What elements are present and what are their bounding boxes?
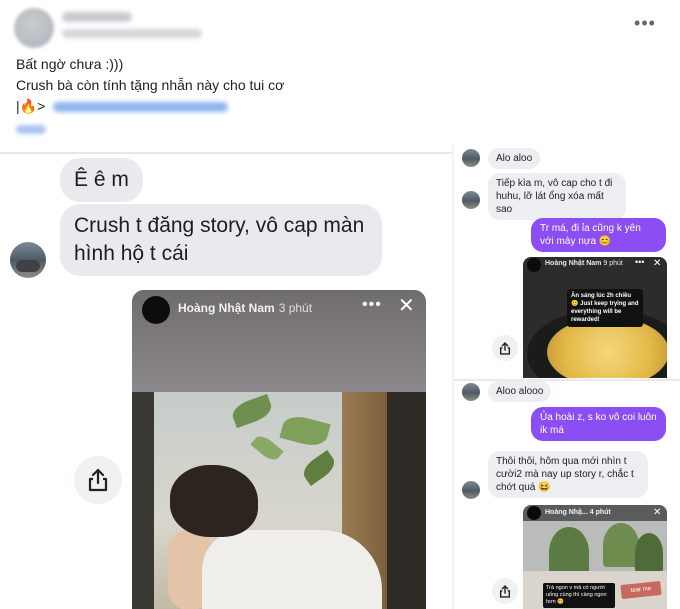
share-icon <box>88 468 108 492</box>
story-sticker-text: Ăn sáng lúc 2h chiều 🙂 Just keep trying … <box>567 289 643 327</box>
post-link-redacted[interactable] <box>53 102 229 113</box>
story-author[interactable]: Hoàng Nhật Nam 3 phút <box>178 301 312 315</box>
story-close-icon[interactable]: ✕ <box>653 507 661 518</box>
story-author[interactable]: Hoàng Nhật Nam 9 phút <box>545 260 623 267</box>
photo-person-head <box>170 465 258 537</box>
share-button[interactable] <box>74 456 122 504</box>
story-close-icon[interactable]: ✕ <box>653 258 661 269</box>
message-bubble-outgoing: Ủa hoài z, s ko vô coi luôn ik má <box>531 407 666 441</box>
story-more-icon[interactable]: ••• <box>362 296 382 314</box>
message-text: Ê ê m <box>74 168 129 191</box>
post-header: ••• Bất ngờ chưa :))) Crush bà còn tính … <box>0 0 680 150</box>
share-button[interactable] <box>492 335 518 361</box>
message-text: Tiếp kìa m, vô cap cho t đi huhu, lỡ lát… <box>496 178 613 215</box>
share-button[interactable] <box>492 578 518 604</box>
photo-plant <box>635 533 663 573</box>
photo-plant <box>603 523 639 567</box>
message-text: Tr má, đi ỉa cũng k yên với mày nựa 😊 <box>540 223 641 247</box>
author-name-redacted <box>62 12 132 22</box>
message-text: Crush t đăng story, vô cap màn hình hộ t… <box>74 214 365 265</box>
message-bubble: Ê ê m <box>60 158 143 202</box>
message-text: Thôi thôi, hôm qua mới nhìn t cười2 mà n… <box>496 456 634 493</box>
photo-plant <box>549 527 589 577</box>
story-caption: Trà ngon v mà có người uống cùng thì càn… <box>543 583 615 608</box>
message-text: Alo aloo <box>496 153 533 164</box>
message-bubble: Crush t đăng story, vô cap màn hình hộ t… <box>60 204 382 276</box>
message-bubble: Alo aloo <box>488 148 541 169</box>
story-time: 3 phút <box>278 301 313 315</box>
post-text-line-2: Crush bà còn tính tặng nhẫn này cho tui … <box>16 77 285 93</box>
sender-avatar[interactable] <box>462 149 480 167</box>
sender-avatar[interactable] <box>462 383 480 401</box>
story-author-avatar[interactable] <box>527 506 541 520</box>
story-author-name: Hoàng Nhậ... <box>545 509 588 516</box>
sender-avatar[interactable] <box>462 481 480 499</box>
story-author-name: Hoàng Nhật Nam <box>178 301 275 315</box>
sender-avatar[interactable] <box>462 191 480 209</box>
hashtag-redacted[interactable] <box>16 125 46 134</box>
message-bubble: Aloo alooo <box>488 381 552 402</box>
post-meta-redacted <box>62 29 202 38</box>
story-author-name: Hoàng Nhật Nam <box>545 260 602 267</box>
story-time: 9 phút <box>603 260 623 267</box>
share-icon <box>499 341 511 355</box>
message-bubble: Thôi thôi, hôm qua mới nhìn t cười2 mà n… <box>488 451 648 498</box>
post-text-line-1: Bất ngờ chưa :))) <box>16 56 124 72</box>
story-close-icon[interactable]: ✕ <box>398 296 415 316</box>
author-avatar[interactable] <box>14 8 54 48</box>
story-author-avatar[interactable] <box>142 296 170 324</box>
photo-dark-frame <box>387 392 426 609</box>
post-text-line-3-text: |🔥> <box>16 98 46 114</box>
story-author[interactable]: Hoàng Nhậ... 4 phút <box>545 509 611 516</box>
divider <box>454 379 680 381</box>
message-bubble: Tiếp kìa m, vô cap cho t đi huhu, lỡ lát… <box>488 173 626 220</box>
photo-person-body <box>202 530 382 609</box>
message-bubble-outgoing: Tr má, đi ỉa cũng k yên với mày nựa 😊 <box>531 218 666 252</box>
message-text: Ủa hoài z, s ko vô coi luôn ik má <box>540 412 657 436</box>
chat-screenshot-small: Alo aloo Tiếp kìa m, vô cap cho t đi huh… <box>452 145 680 609</box>
story-time: 4 phút <box>589 509 611 516</box>
story-author-avatar[interactable] <box>527 258 541 272</box>
story-preview[interactable]: Hoàng Nhậ... 4 phút ✕ Trà ngon v mà có n… <box>523 505 667 609</box>
story-more-icon[interactable]: ••• <box>635 257 644 267</box>
share-icon <box>499 584 511 598</box>
post-text-line-3: |🔥> <box>16 97 229 115</box>
message-text: Aloo alooo <box>496 386 544 397</box>
sender-avatar[interactable] <box>10 242 46 278</box>
more-options-icon[interactable]: ••• <box>632 14 658 32</box>
chat-screenshot-large: Ê ê m Crush t đăng story, vô cap màn hìn… <box>0 154 450 609</box>
story-preview[interactable]: Hoàng Nhật Nam 3 phút ••• ✕ <box>132 290 426 609</box>
story-preview[interactable]: Ăn sáng lúc 2h chiều 🙂 Just keep trying … <box>523 257 667 378</box>
photo-window-frame <box>132 392 154 609</box>
